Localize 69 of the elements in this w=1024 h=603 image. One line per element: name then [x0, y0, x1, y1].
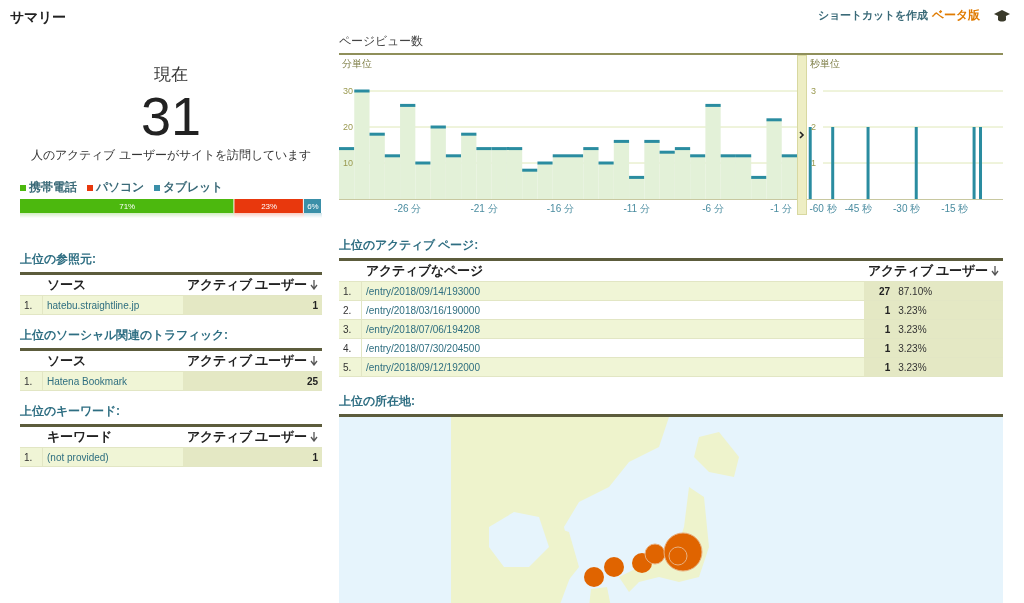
active-user-caption: 人のアクティブ ユーザーがサイトを訪問しています [31, 148, 311, 163]
column-header: ソース [42, 349, 183, 372]
sort-arrow-icon [310, 432, 318, 443]
chart-bar [866, 127, 870, 199]
row-number: 2. [339, 300, 362, 320]
sort-arrow-icon [991, 266, 999, 277]
section-heading: 上位の参照元: [20, 251, 97, 268]
row-number: 5. [339, 357, 362, 377]
chart-bar [551, 154, 570, 201]
chart-bar [831, 127, 835, 199]
column-header: アクティブなページ [361, 259, 864, 282]
data-label: 6% [307, 202, 319, 211]
collapse-handle[interactable] [797, 55, 807, 215]
axis-label: -16 分 [546, 203, 574, 214]
axis-label: 2 [811, 122, 816, 132]
data-label: 71% [119, 202, 136, 211]
chart-bar [566, 154, 585, 201]
shortcut-link[interactable]: ショートカットを作成 [818, 8, 928, 23]
row-number: 4. [339, 338, 362, 358]
chart-bar [581, 147, 601, 201]
beta-label: ベータ版 [932, 7, 980, 24]
axis-label: 10 [343, 158, 353, 168]
section-heading: 上位のキーワード: [20, 403, 121, 420]
sort-arrow-icon [310, 356, 318, 367]
row-number: 1. [20, 295, 43, 315]
legend-label: タブレット [163, 179, 223, 196]
axis-label: -6 分 [702, 203, 724, 214]
axis-label: -30 秒 [893, 203, 921, 214]
page-title: サマリー [10, 9, 66, 27]
chart-bar [972, 127, 976, 199]
active-user-count: 31 [140, 88, 202, 144]
column-header: キーワード [42, 425, 183, 448]
data-label: 23% [261, 202, 278, 211]
chart-bar [979, 127, 982, 199]
axis-label: 20 [343, 122, 353, 132]
chart-title: 分単位 [342, 58, 372, 69]
chart-bar [474, 147, 494, 201]
legend-label: パソコン [96, 179, 144, 196]
sort-arrow-icon [310, 280, 318, 291]
axis-label: -26 分 [394, 203, 422, 214]
row-number: 1. [20, 371, 43, 391]
section-heading: ページビュー数 [339, 33, 424, 50]
axis-label: -60 秒 [809, 203, 837, 214]
column-header[interactable]: アクティブ ユーザー [182, 349, 322, 372]
column-header[interactable]: アクティブ ユーザー [182, 425, 322, 448]
column-header: ソース [42, 273, 183, 296]
axis-label: -1 分 [770, 203, 792, 214]
column-header[interactable]: アクティブ ユーザー [863, 259, 1003, 282]
section-heading: 上位のソーシャル関連のトラフィック: [20, 327, 229, 344]
column-header[interactable]: アクティブ ユーザー [182, 273, 322, 296]
chart-title: 秒単位 [810, 58, 840, 69]
row-number: 3. [339, 319, 362, 339]
section-heading: 上位の所在地: [339, 393, 416, 410]
axis-label: 1 [811, 158, 816, 168]
mortarboard-icon[interactable] [994, 9, 1010, 22]
axis-label: 3 [811, 86, 816, 96]
chart-bar [808, 127, 812, 199]
row-number: 1. [339, 281, 362, 301]
axis-label: -45 秒 [844, 203, 873, 214]
axis-label: -15 秒 [941, 203, 969, 214]
axis-label: -21 分 [470, 203, 498, 214]
axis-label: -11 分 [623, 203, 650, 214]
legend-label: 携帯電話 [29, 179, 77, 196]
section-heading: 上位のアクティブ ページ: [339, 237, 480, 254]
chart-bar [914, 127, 918, 199]
chart-bar [535, 161, 555, 201]
now-label: 現在 [154, 64, 188, 86]
axis-label: 30 [343, 86, 353, 96]
row-number: 1. [20, 447, 43, 467]
